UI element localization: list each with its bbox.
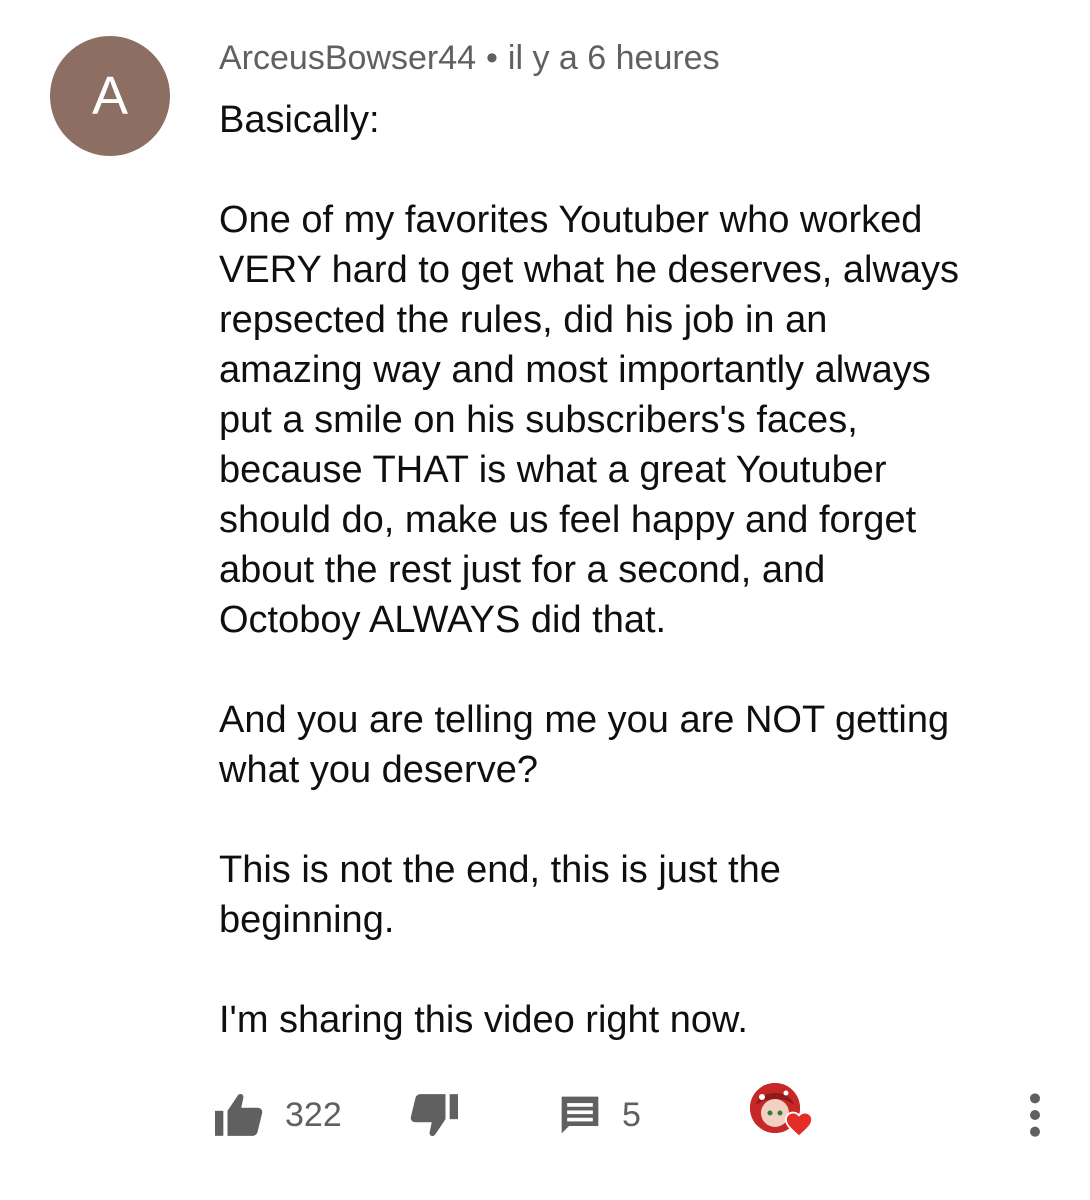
author-name[interactable]: ArceusBowser44 (219, 39, 476, 77)
heart-icon (784, 1110, 814, 1143)
comment: A ArceusBowser44 • il y a 6 heures Basical… (0, 0, 1090, 1200)
comment-text: Basically: One of my favorites Youtuber … (219, 95, 1059, 1045)
comment-paragraph: I'm sharing this video right now. (219, 999, 748, 1041)
comment-paragraph: This is not the end, this is just the be… (219, 849, 781, 941)
avatar-letter: A (91, 66, 129, 126)
creator-heart[interactable] (750, 1081, 814, 1141)
comment-timestamp[interactable]: il y a 6 heures (508, 39, 720, 77)
meta-separator: • (486, 39, 498, 77)
reply-button[interactable]: 5 (558, 1085, 641, 1145)
like-count: 322 (285, 1095, 342, 1134)
comment-icon (558, 1093, 602, 1137)
dislike-button[interactable] (408, 1085, 458, 1145)
more-options-button[interactable] (1020, 1085, 1050, 1145)
comment-action-bar: 322 5 (0, 1083, 1090, 1145)
more-vertical-icon (1020, 1090, 1050, 1140)
creator-avatar (750, 1083, 814, 1139)
comment-paragraph: Basically: (219, 99, 380, 141)
reply-count: 5 (622, 1095, 641, 1134)
comment-paragraph: One of my favorites Youtuber who worked … (219, 199, 960, 641)
comment-header: ArceusBowser44 • il y a 6 heures (219, 38, 720, 78)
comment-paragraph: And you are telling me you are NOT getti… (219, 699, 950, 791)
avatar[interactable]: A (50, 36, 170, 156)
thumbs-down-icon (408, 1092, 458, 1138)
thumbs-up-icon (215, 1092, 265, 1138)
like-button[interactable]: 322 (215, 1085, 342, 1145)
